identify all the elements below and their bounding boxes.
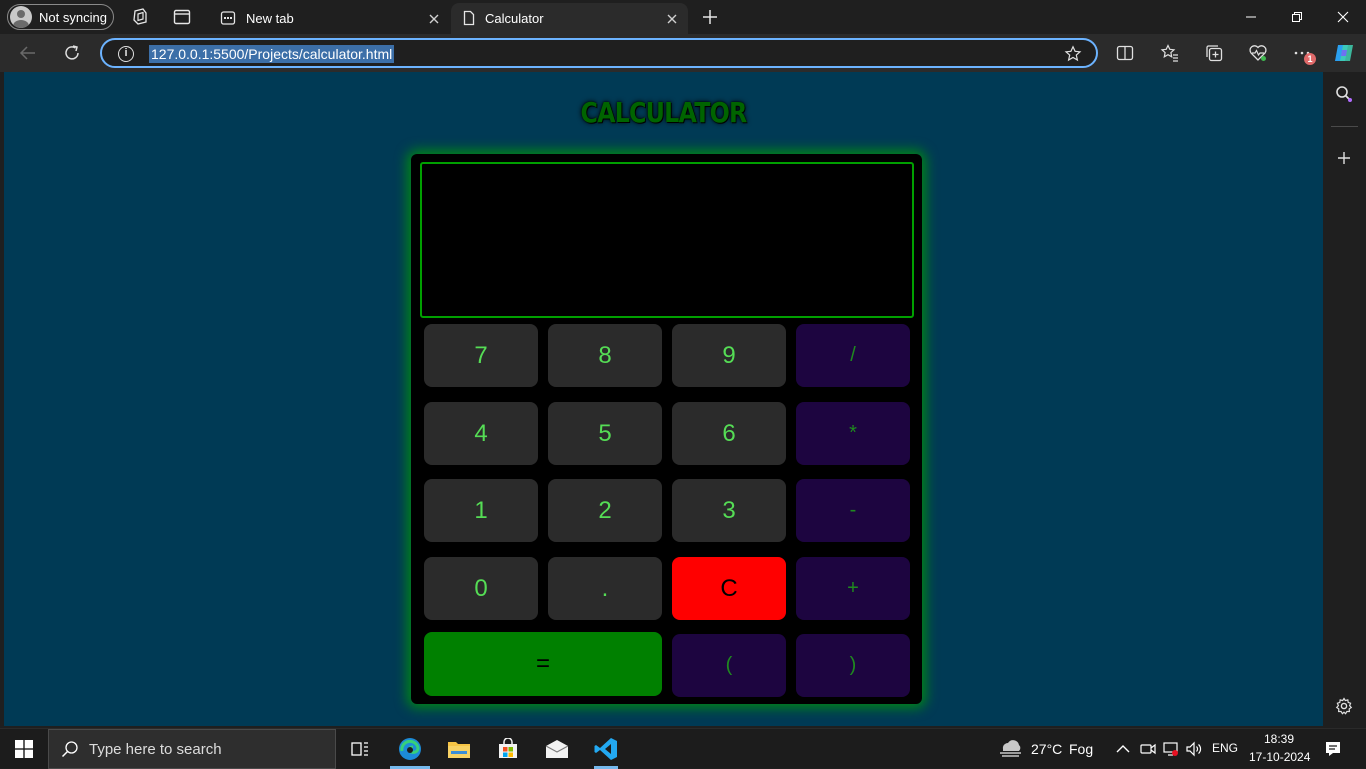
close-window-button[interactable] [1320, 0, 1366, 34]
new-tab-plus-icon[interactable] [700, 7, 720, 27]
key-equals[interactable]: = [424, 632, 662, 696]
sidebar-divider [1331, 126, 1358, 127]
key-9[interactable]: 9 [672, 324, 786, 387]
key-6[interactable]: 6 [672, 402, 786, 465]
folder-icon [448, 742, 470, 758]
add-sidebar-app-icon[interactable] [1334, 148, 1354, 168]
store-bag-icon [499, 738, 517, 758]
key-2[interactable]: 2 [548, 479, 662, 542]
calculator: 7 8 9 / 4 5 6 * 1 2 3 - 0 . C + = ( ) [411, 154, 922, 704]
tab-title: Calculator [485, 11, 544, 26]
notification-badge: 1 [1304, 53, 1316, 65]
minimize-icon [1246, 16, 1256, 18]
copilot-icon[interactable] [1332, 41, 1356, 65]
page-viewport: CALCULATOR 7 8 9 / 4 5 6 * 1 2 3 - 0 . C… [4, 72, 1323, 726]
collections-icon[interactable] [1204, 43, 1224, 63]
key-decimal[interactable]: . [548, 557, 662, 620]
search-icon[interactable] [1334, 84, 1354, 104]
meet-now-icon[interactable] [1139, 740, 1157, 758]
profile-button[interactable]: Not syncing [7, 4, 114, 30]
start-button[interactable] [0, 729, 48, 769]
calculator-display[interactable] [420, 162, 914, 318]
minimize-button[interactable] [1228, 0, 1274, 34]
input-language[interactable]: ENG [1212, 741, 1238, 755]
key-clear[interactable]: C [672, 557, 786, 620]
taskbar-mail[interactable] [533, 729, 581, 769]
weather-condition[interactable]: Fog [1069, 741, 1093, 757]
tab-calculator[interactable]: Calculator [451, 3, 688, 34]
key-4[interactable]: 4 [424, 402, 538, 465]
clock-time[interactable]: 18:39 [1264, 732, 1294, 746]
key-add[interactable]: + [796, 557, 910, 620]
key-5[interactable]: 5 [548, 402, 662, 465]
search-icon [61, 741, 78, 758]
refresh-icon[interactable] [61, 42, 83, 64]
tab-title: New tab [246, 11, 294, 26]
task-view-icon [351, 742, 368, 756]
restore-icon [1292, 12, 1302, 22]
key-subtract[interactable]: - [796, 479, 910, 542]
browser-tab-bar: Not syncing New tab Calculator [0, 0, 1366, 34]
vscode-icon [594, 738, 617, 760]
taskbar-microsoft-store[interactable] [484, 729, 532, 769]
close-icon[interactable] [664, 11, 680, 27]
taskbar-file-explorer[interactable] [435, 729, 483, 769]
chevron-up-icon[interactable] [1114, 740, 1132, 758]
key-divide[interactable]: / [796, 324, 910, 387]
task-view-button[interactable] [336, 729, 384, 769]
back-arrow-icon[interactable] [17, 42, 39, 64]
workspaces-icon[interactable] [130, 7, 150, 27]
taskbar-edge[interactable] [386, 729, 434, 769]
page-icon [463, 10, 475, 26]
browser-essentials-icon[interactable] [1248, 43, 1268, 63]
address-bar[interactable]: i 127.0.0.1:5500/Projects/calculator.htm… [100, 38, 1098, 68]
key-right-paren[interactable]: ) [796, 634, 910, 697]
gear-icon[interactable] [1334, 696, 1354, 716]
key-left-paren[interactable]: ( [672, 634, 786, 697]
favorites-icon[interactable] [1160, 43, 1180, 63]
clock-date[interactable]: 17-10-2024 [1249, 750, 1310, 764]
browser-sidebar [1323, 72, 1366, 726]
volume-icon[interactable] [1185, 740, 1203, 758]
avatar [10, 6, 32, 28]
search-placeholder: Type here to search [89, 740, 222, 758]
key-7[interactable]: 7 [424, 324, 538, 387]
restore-button[interactable] [1274, 0, 1320, 34]
site-info-icon[interactable]: i [118, 46, 134, 62]
edge-browser-icon [399, 738, 421, 760]
split-screen-icon[interactable] [1115, 43, 1135, 63]
key-1[interactable]: 1 [424, 479, 538, 542]
key-8[interactable]: 8 [548, 324, 662, 387]
network-icon[interactable] [1162, 740, 1180, 758]
address-url[interactable]: 127.0.0.1:5500/Projects/calculator.html [149, 45, 395, 63]
key-0[interactable]: 0 [424, 557, 538, 620]
taskbar-vscode[interactable] [582, 729, 630, 769]
fog-weather-icon[interactable] [997, 737, 1025, 759]
new-tab-page-icon [220, 11, 236, 25]
windows-logo-icon [15, 740, 33, 758]
tab-new-tab[interactable]: New tab [210, 3, 450, 34]
notification-center-icon[interactable] [1324, 740, 1342, 758]
key-3[interactable]: 3 [672, 479, 786, 542]
browser-toolbar: i 127.0.0.1:5500/Projects/calculator.htm… [0, 34, 1366, 72]
profile-status-label: Not syncing [39, 9, 107, 25]
taskbar-search-box[interactable]: Type here to search [48, 729, 336, 769]
mail-envelope-icon [545, 740, 569, 758]
vertical-tabs-icon[interactable] [172, 7, 192, 27]
favorite-star-icon[interactable] [1064, 45, 1082, 63]
weather-temperature[interactable]: 27°C [1031, 741, 1062, 757]
page-title: CALCULATOR [580, 96, 748, 129]
close-icon [1337, 11, 1349, 23]
close-icon[interactable] [426, 11, 442, 27]
key-multiply[interactable]: * [796, 402, 910, 465]
windows-taskbar: Type here to search 27°C Fog ENG 18:39 1… [0, 728, 1366, 769]
